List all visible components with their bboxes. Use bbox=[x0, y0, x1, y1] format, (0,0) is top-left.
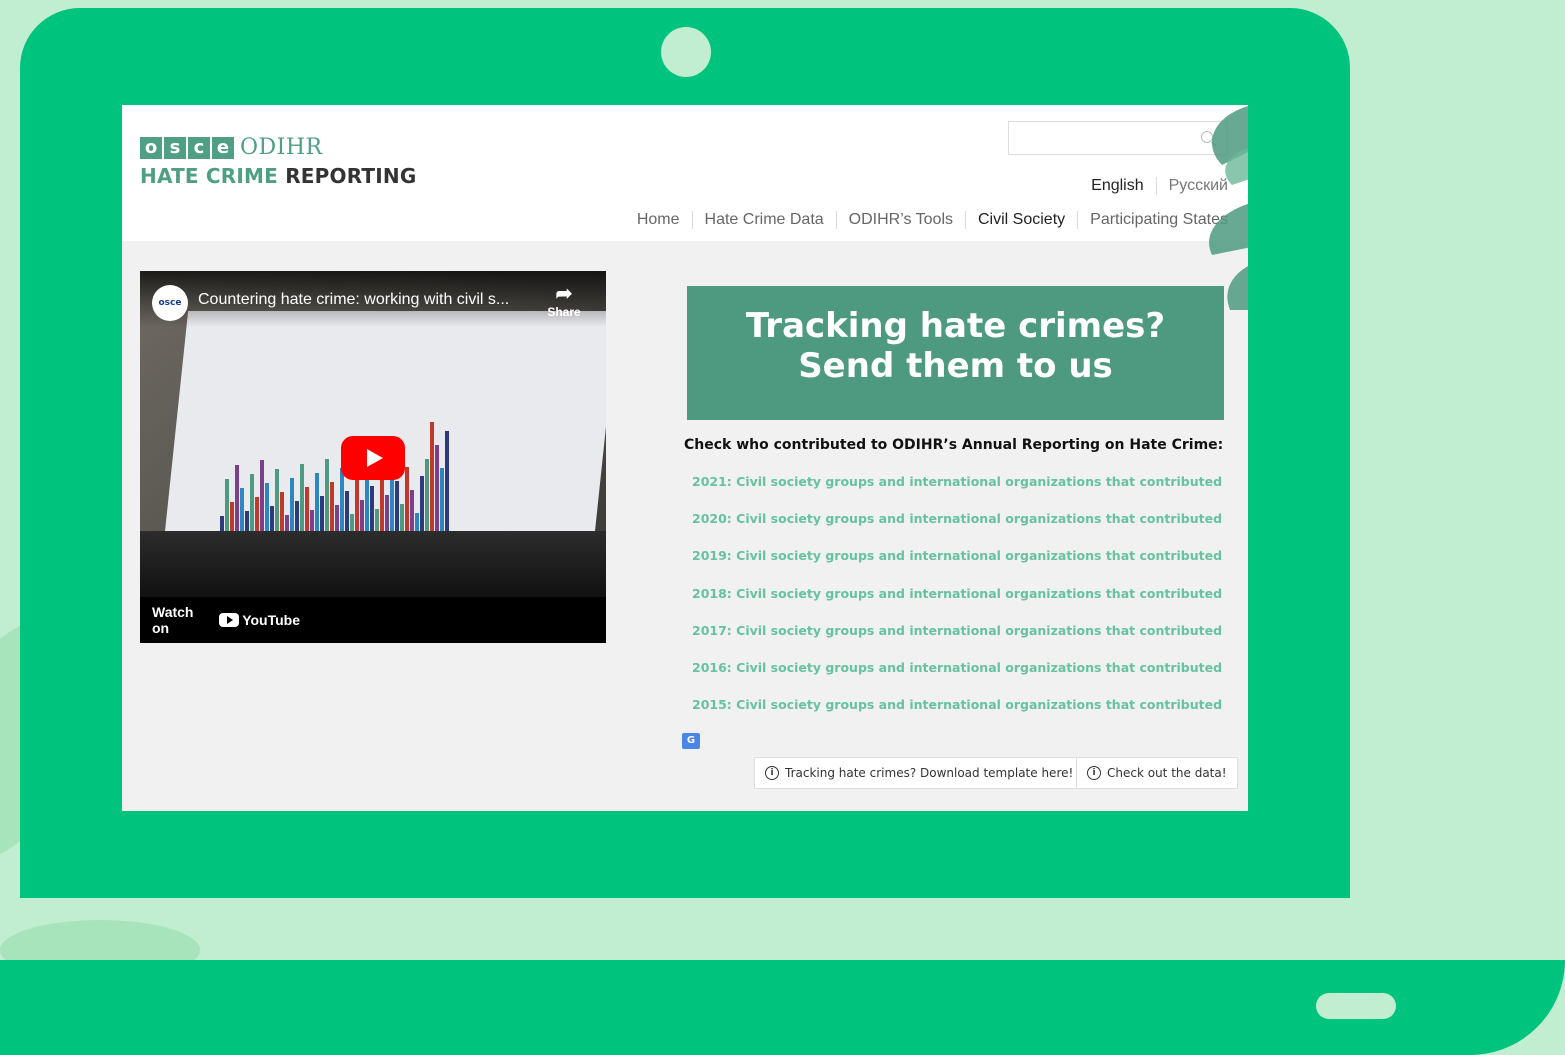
video-title[interactable]: Countering hate crime: working with civi… bbox=[198, 291, 509, 309]
thumbnail-bars bbox=[220, 421, 450, 531]
thumbnail-bar bbox=[415, 513, 419, 531]
thumbnail-bar bbox=[395, 481, 399, 531]
thumbnail-bar bbox=[360, 500, 364, 531]
thumbnail-bar bbox=[420, 476, 424, 531]
thumbnail-bar bbox=[310, 510, 314, 531]
language-english[interactable]: English bbox=[1079, 177, 1157, 195]
contributors-list: 2021: Civil society groups and internati… bbox=[692, 474, 1222, 734]
thumbnail-bar bbox=[220, 516, 224, 531]
thumbnail-bar bbox=[285, 515, 289, 531]
youtube-video-player[interactable]: osce Countering hate crime: working with… bbox=[140, 271, 606, 643]
thumbnail-bar bbox=[305, 487, 309, 531]
camera-dot bbox=[661, 27, 711, 77]
thumbnail-bar bbox=[295, 501, 299, 531]
download-template-button[interactable]: i Tracking hate crimes? Download templat… bbox=[754, 757, 1085, 789]
thumbnail-bar bbox=[410, 490, 414, 531]
video-title-bar: osce Countering hate crime: working with… bbox=[140, 271, 606, 327]
thumbnail-bar bbox=[325, 459, 329, 531]
thumbnail-bar bbox=[275, 469, 279, 531]
thumbnail-bar bbox=[250, 474, 254, 531]
thumbnail-bar bbox=[335, 505, 339, 531]
info-icon: i bbox=[765, 766, 779, 780]
thumbnail-bar bbox=[355, 477, 359, 531]
osce-logo: o s c e bbox=[140, 136, 234, 159]
thumbnail-bar bbox=[245, 511, 249, 531]
share-button[interactable]: ➦ Share bbox=[544, 283, 584, 319]
thumbnail-bar bbox=[235, 465, 239, 531]
nav-item-civil-society[interactable]: Civil Society bbox=[966, 211, 1079, 229]
contributors-link-2016[interactable]: 2016: Civil society groups and internati… bbox=[692, 660, 1222, 697]
youtube-icon bbox=[219, 613, 240, 627]
thumbnail-bar bbox=[300, 464, 304, 531]
thumbnail-bar bbox=[260, 460, 264, 531]
youtube-logo: YouTube bbox=[219, 612, 300, 628]
thumbnail-bar bbox=[425, 459, 429, 531]
thumbnail-bar bbox=[265, 483, 269, 531]
thumbnail-bar bbox=[330, 482, 334, 531]
thumbnail-bar bbox=[345, 491, 349, 531]
translate-icon[interactable]: G bbox=[682, 733, 700, 749]
contributors-link-2015[interactable]: 2015: Civil society groups and internati… bbox=[692, 697, 1222, 734]
thumbnail-bar bbox=[370, 486, 374, 531]
thumbnail-bar bbox=[385, 495, 389, 531]
thumbnail-bar bbox=[230, 502, 234, 531]
thumbnail-bar bbox=[320, 496, 324, 531]
info-icon: i bbox=[1087, 766, 1101, 780]
thumbnail-bar bbox=[435, 445, 439, 531]
contributors-heading: Check who contributed to ODIHR’s Annual … bbox=[684, 437, 1224, 453]
share-icon: ➦ bbox=[555, 283, 573, 305]
thumbnail-bar bbox=[380, 472, 384, 531]
thumbnail-bar bbox=[255, 497, 259, 531]
site-logo[interactable]: o s c e ODIHR HATE CRIME REPORTING bbox=[140, 135, 416, 188]
thumbnail-bar bbox=[280, 492, 284, 531]
thumbnail-bar bbox=[290, 478, 294, 531]
browser-screen: o s c e ODIHR HATE CRIME REPORTING Engli… bbox=[122, 105, 1248, 811]
play-button[interactable] bbox=[341, 436, 405, 480]
main-nav: Home Hate Crime Data ODIHR’s Tools Civil… bbox=[625, 211, 1228, 229]
thumbnail-bar bbox=[270, 506, 274, 531]
logo-reporting: REPORTING bbox=[285, 164, 417, 188]
watch-on-youtube-button[interactable]: Watch on YouTube bbox=[140, 597, 300, 643]
contributors-link-2019[interactable]: 2019: Civil society groups and internati… bbox=[692, 548, 1222, 585]
logo-hate-crime: HATE CRIME bbox=[140, 164, 279, 188]
send-hate-crimes-banner[interactable]: Tracking hate crimes? Send them to us bbox=[687, 286, 1224, 420]
thumbnail-bar bbox=[240, 488, 244, 531]
nav-item-home[interactable]: Home bbox=[625, 211, 693, 229]
thumbnail-bar bbox=[225, 479, 229, 531]
thumbnail-bar bbox=[405, 467, 409, 531]
thumbnail-bar bbox=[430, 422, 434, 531]
contributors-link-2021[interactable]: 2021: Civil society groups and internati… bbox=[692, 474, 1222, 511]
contributors-link-2017[interactable]: 2017: Civil society groups and internati… bbox=[692, 623, 1222, 660]
thumbnail-bar bbox=[445, 431, 449, 531]
thumbnail-bar bbox=[315, 473, 319, 531]
site-header: o s c e ODIHR HATE CRIME REPORTING Engli… bbox=[122, 105, 1248, 241]
trackpad-button bbox=[1316, 993, 1396, 1019]
contributors-link-2018[interactable]: 2018: Civil society groups and internati… bbox=[692, 586, 1222, 623]
thumbnail-bar bbox=[375, 509, 379, 531]
thumbnail-bar bbox=[350, 514, 354, 531]
channel-avatar[interactable]: osce bbox=[152, 285, 188, 321]
check-data-button[interactable]: i Check out the data! bbox=[1076, 757, 1238, 789]
nav-item-hate-crime-data[interactable]: Hate Crime Data bbox=[693, 211, 837, 229]
thumbnail-keyboard bbox=[140, 531, 606, 597]
thumbnail-bar bbox=[340, 468, 344, 531]
decorative-leaf-shapes bbox=[1209, 106, 1248, 310]
thumbnail-bar bbox=[400, 504, 404, 531]
contributors-link-2020[interactable]: 2020: Civil society groups and internati… bbox=[692, 511, 1222, 548]
logo-odihr: ODIHR bbox=[240, 135, 323, 160]
thumbnail-bar bbox=[440, 468, 444, 531]
nav-item-odihr-tools[interactable]: ODIHR’s Tools bbox=[837, 211, 966, 229]
